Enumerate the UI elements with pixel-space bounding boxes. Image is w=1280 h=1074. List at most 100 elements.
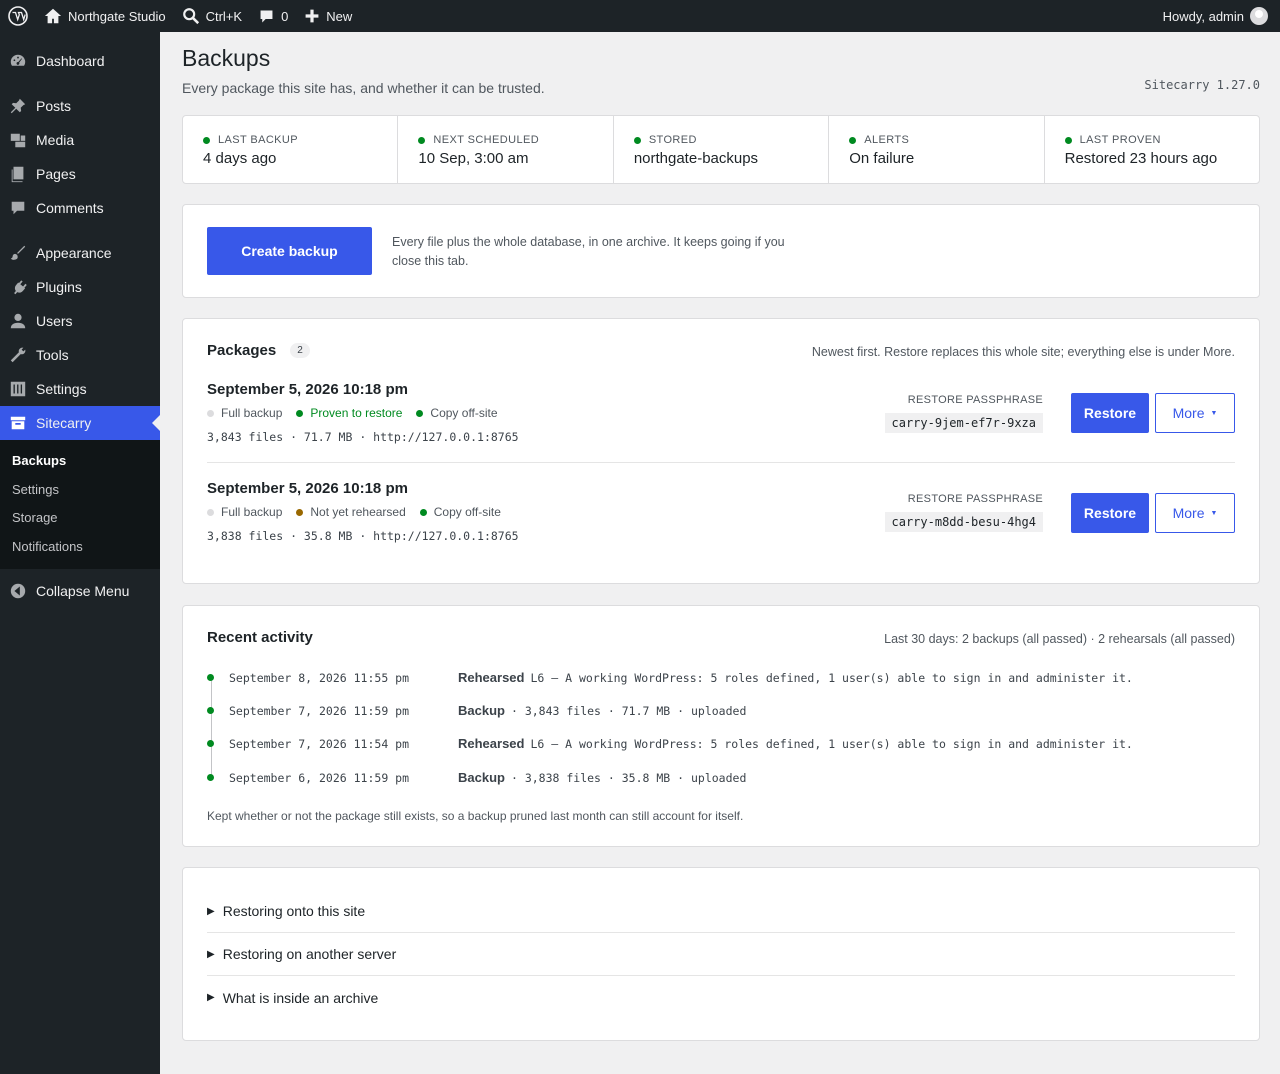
- green-dot-icon: [296, 409, 304, 417]
- comments-count: 0: [281, 8, 289, 24]
- howdy-text: Howdy, admin: [1162, 8, 1244, 24]
- packages-panel: Packages 2 Newest first. Restore replace…: [182, 318, 1260, 584]
- sidebar-item-pages[interactable]: Pages: [0, 157, 160, 191]
- status-dot-icon: [633, 136, 641, 144]
- wordpress-icon: [8, 6, 28, 26]
- activity-item: September 7, 2026 11:54 pm Rehearsed L6 —…: [207, 727, 1235, 760]
- activity-item: September 7, 2026 11:59 pm Backup · 3,843…: [207, 694, 1235, 727]
- account-menu[interactable]: Howdy, admin: [1155, 0, 1280, 32]
- pages-icon: [11, 166, 24, 183]
- activity-summary: Last 30 days: 2 backups (all passed) · 2…: [884, 632, 1235, 646]
- search-shortcut: Ctrl+K: [205, 8, 243, 24]
- more-dropdown-button[interactable]: More ▼: [1155, 393, 1235, 433]
- sidebar-item-dashboard[interactable]: Dashboard: [0, 44, 160, 78]
- sidebar-item-tools[interactable]: Tools: [0, 338, 160, 372]
- activity-footnote: Kept whether or not the package still ex…: [207, 809, 744, 823]
- stat-last-backup: LAST BACKUP 4 days ago: [183, 116, 399, 183]
- status-dot-icon: [849, 136, 857, 144]
- submenu-item-notifications[interactable]: Notifications: [0, 533, 160, 562]
- comment-icon: [11, 201, 25, 215]
- site-name: Northgate Studio: [68, 8, 166, 24]
- accordion-restoring-onto-site[interactable]: ▶ Restoring onto this site: [207, 890, 1235, 933]
- collapse-icon: [10, 583, 26, 599]
- sidebar-item-plugins[interactable]: Plugins: [0, 270, 160, 304]
- plugin-icon: [14, 280, 27, 295]
- divider: [207, 462, 1235, 463]
- accordion-restoring-another-server[interactable]: ▶ Restoring on another server: [207, 933, 1235, 976]
- restore-button[interactable]: Restore: [1071, 493, 1149, 533]
- plugin-version: Sitecarry 1.27.0: [1144, 78, 1260, 92]
- submenu-item-storage[interactable]: Storage: [0, 504, 160, 533]
- wordpress-logo-button[interactable]: [0, 0, 36, 32]
- green-dot-icon: [416, 409, 424, 417]
- sidebar-item-comments[interactable]: Comments: [0, 191, 160, 225]
- passphrase-value[interactable]: carry-m8dd-besu-4hg4: [884, 512, 1043, 532]
- create-backup-panel: Create backup Every file plus the whole …: [182, 204, 1260, 298]
- sidebar-item-appearance[interactable]: Appearance: [0, 236, 160, 270]
- main-content: Backups Every package this site has, and…: [182, 32, 1260, 1041]
- pin-icon: [10, 98, 26, 114]
- sidebar-item-users[interactable]: Users: [0, 304, 160, 338]
- wrench-icon: [10, 347, 26, 363]
- activity-item: September 8, 2026 11:55 pm Rehearsed L6 —…: [207, 661, 1235, 694]
- caret-down-icon: ▼: [1210, 409, 1218, 417]
- status-summary: LAST BACKUP 4 days ago NEXT SCHEDULED 10…: [182, 115, 1260, 184]
- packages-title: Packages: [207, 342, 277, 359]
- sidebar-item-media[interactable]: Media: [0, 123, 160, 157]
- grey-dot-icon: [207, 409, 214, 417]
- plus-icon: [305, 9, 319, 23]
- stat-last-proven: LAST PROVEN Restored 23 hours ago: [1064, 134, 1218, 167]
- create-backup-button[interactable]: Create backup: [207, 227, 372, 275]
- media-icon: [10, 133, 26, 148]
- sidebar-item-sitecarry[interactable]: Sitecarry: [0, 406, 160, 440]
- home-icon: [44, 8, 62, 24]
- package-offsite: Copy off-site: [416, 406, 498, 420]
- amber-dot-icon: [296, 508, 304, 516]
- stat-next-scheduled: NEXT SCHEDULED 10 Sep, 3:00 am: [398, 116, 614, 183]
- packages-note: Newest first. Restore replaces this whol…: [811, 345, 1235, 359]
- timeline-dot-icon: [207, 740, 214, 747]
- recent-activity-panel: Recent activity Last 30 days: 2 backups …: [182, 605, 1260, 847]
- submenu-item-backups[interactable]: Backups: [0, 447, 160, 476]
- dashboard-icon: [10, 54, 26, 66]
- package-offsite: Copy off-site: [419, 505, 501, 519]
- collapse-menu-button[interactable]: Collapse Menu: [0, 574, 160, 608]
- green-dot-icon: [419, 508, 427, 516]
- stat-stored: STORED northgate-backups: [614, 116, 830, 183]
- timeline-dot-icon: [207, 707, 214, 714]
- stat-alerts: ALERTS On failure: [829, 116, 1045, 183]
- sidebar-item-settings[interactable]: Settings: [0, 372, 160, 406]
- create-backup-description: Every file plus the whole database, in o…: [392, 235, 785, 268]
- package-row: September 5, 2026 10:18 pm Full backup N…: [207, 480, 1235, 543]
- comments-link[interactable]: 0: [250, 0, 296, 32]
- status-dot-icon: [418, 136, 426, 144]
- accordion-inside-archive[interactable]: ▶ What is inside an archive: [207, 976, 1235, 1019]
- more-dropdown-button[interactable]: More ▼: [1155, 493, 1235, 533]
- passphrase-value[interactable]: carry-9jem-ef7r-9xza: [884, 413, 1043, 433]
- activity-item: September 6, 2026 11:59 pm Backup · 3,838…: [207, 761, 1235, 794]
- archive-icon: [10, 416, 26, 430]
- package-row: September 5, 2026 10:18 pm Full backup P…: [207, 381, 1235, 444]
- status-dot-icon: [203, 136, 210, 144]
- activity-title: Recent activity: [207, 629, 313, 646]
- site-name-link[interactable]: Northgate Studio: [36, 0, 174, 32]
- comment-bubble-icon: [260, 10, 273, 22]
- brush-icon: [10, 245, 26, 260]
- admin-bar: Northgate Studio Ctrl+K 0 New Howdy, adm…: [0, 0, 1280, 32]
- settings-icon: [10, 381, 26, 397]
- new-label: New: [326, 8, 353, 24]
- command-palette-button[interactable]: Ctrl+K: [174, 0, 250, 32]
- restore-passphrase: RESTORE PASSPHRASE carry-9jem-ef7r-9xza: [884, 394, 1043, 433]
- avatar: [1250, 7, 1268, 25]
- sidebar-item-posts[interactable]: Posts: [0, 89, 160, 123]
- restore-button[interactable]: Restore: [1071, 393, 1149, 433]
- package-type: Full backup: [207, 505, 282, 519]
- timeline-dot-icon: [207, 774, 214, 781]
- triangle-right-icon: ▶: [207, 905, 215, 917]
- package-status: Proven to restore: [296, 406, 402, 420]
- new-content-button[interactable]: New: [296, 0, 360, 32]
- status-dot-icon: [1064, 136, 1072, 144]
- admin-sidebar: Dashboard Posts Media Pages Comments App…: [0, 32, 160, 1074]
- user-icon: [10, 313, 26, 329]
- submenu-item-settings[interactable]: Settings: [0, 476, 160, 505]
